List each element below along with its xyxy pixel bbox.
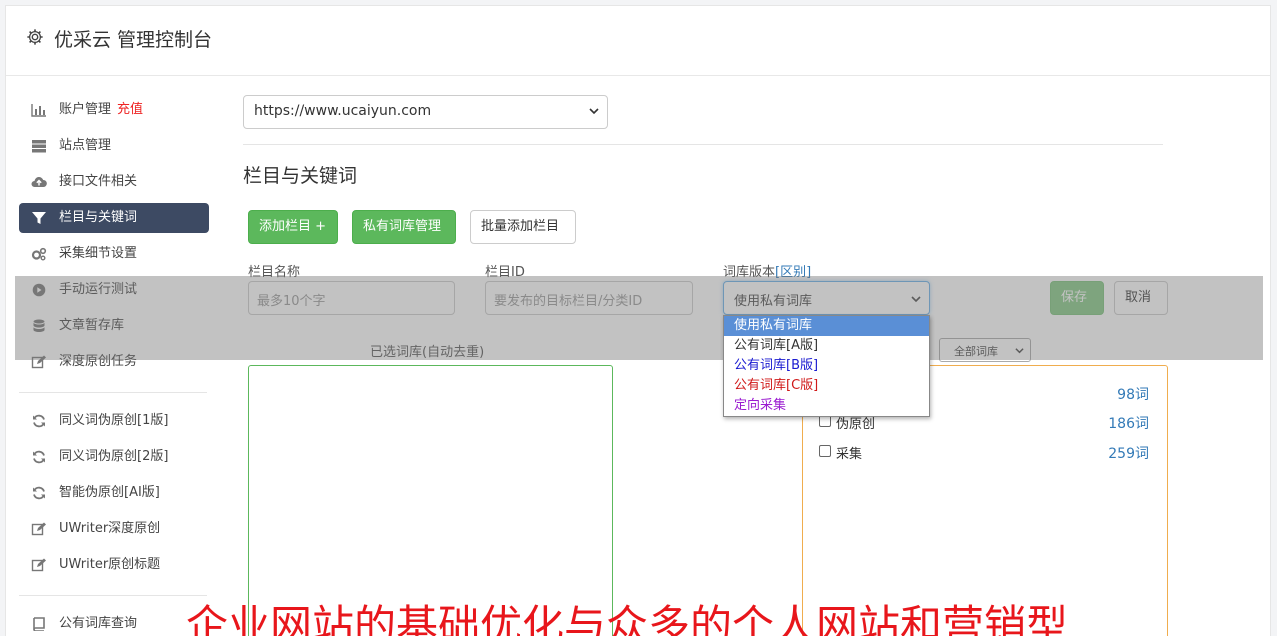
- batch-add-button[interactable]: 批量添加栏目: [470, 210, 576, 244]
- sidebar-item-label: 接口文件相关: [59, 174, 138, 189]
- cloud-upload-icon: [31, 177, 47, 187]
- page-header: 优采云 管理控制台: [6, 6, 1270, 76]
- site-select[interactable]: https://www.ucaiyun.com: [243, 95, 608, 129]
- sidebar-nav: 账户管理 充值 站点管理 接口文件相关 栏目与关键词 采集细节设置 手动运行测试 …: [19, 92, 209, 636]
- list-item[interactable]: 采集 259词: [803, 442, 1167, 462]
- sidebar-item-uwriter-deep[interactable]: UWriter深度原创: [19, 511, 209, 547]
- page-title: 优采云 管理控制台: [54, 29, 213, 51]
- modal-backdrop: [15, 276, 1263, 360]
- cogs-icon: [31, 247, 47, 261]
- sidebar-item-public-lib-query[interactable]: 公有词库查询: [19, 606, 209, 636]
- book-icon: [33, 617, 45, 631]
- sidebar-item-label: 采集细节设置: [59, 246, 138, 261]
- lib-name: 采集: [836, 447, 863, 462]
- dropdown-option-public-b[interactable]: 公有词库[B版]: [724, 356, 929, 376]
- bar-chart-icon: [31, 104, 46, 117]
- lib-count[interactable]: 98词: [1117, 384, 1149, 404]
- version-dropdown-list: 使用私有词库 公有词库[A版] 公有词库[B版] 公有词库[C版] 定向采集: [723, 315, 930, 417]
- sidebar-item-label: 公有词库查询: [59, 616, 138, 631]
- dropdown-option-directed[interactable]: 定向采集: [724, 396, 929, 416]
- dropdown-option-public-a[interactable]: 公有词库[A版]: [724, 336, 929, 356]
- sidebar-item-label: 站点管理: [59, 138, 112, 153]
- sidebar-item-collect-settings[interactable]: 采集细节设置: [19, 236, 209, 272]
- refresh-icon: [33, 450, 45, 464]
- chevron-down-icon: [589, 108, 599, 115]
- sidebar-item-label: 同义词伪原创[1版]: [59, 413, 169, 428]
- dropdown-option-private[interactable]: 使用私有词库: [724, 316, 929, 336]
- gear-icon: [27, 29, 43, 45]
- filter-icon: [32, 212, 46, 224]
- dropdown-option-public-c[interactable]: 公有词库[C版]: [724, 376, 929, 396]
- sidebar-item-interface-files[interactable]: 接口文件相关: [19, 164, 209, 200]
- sidebar-item-label: 账户管理: [59, 102, 112, 117]
- sidebar-item-account[interactable]: 账户管理 充值: [19, 92, 209, 128]
- recharge-link[interactable]: 充值: [117, 102, 143, 117]
- edit-icon: [31, 522, 46, 536]
- private-lib-button[interactable]: 私有词库管理: [352, 210, 456, 244]
- sidebar-item-label: 同义词伪原创[2版]: [59, 449, 169, 464]
- sidebar-item-ai-rewrite[interactable]: 智能伪原创[AI版]: [19, 475, 209, 511]
- sidebar-item-synonym-v2[interactable]: 同义词伪原创[2版]: [19, 439, 209, 475]
- sidebar-item-uwriter-title[interactable]: UWriter原创标题: [19, 547, 209, 583]
- sidebar-item-sites[interactable]: 站点管理: [19, 128, 209, 164]
- refresh-icon: [33, 486, 45, 500]
- sidebar-item-synonym-v1[interactable]: 同义词伪原创[1版]: [19, 403, 209, 439]
- server-icon: [32, 140, 46, 153]
- edit-icon: [31, 558, 46, 572]
- lib-count[interactable]: 186词: [1108, 413, 1149, 433]
- sidebar-item-label: UWriter深度原创: [59, 521, 161, 536]
- sidebar-item-label: 栏目与关键词: [59, 210, 138, 225]
- refresh-icon: [33, 414, 45, 428]
- sidebar-item-label: UWriter原创标题: [59, 557, 161, 572]
- sidebar-item-label: 智能伪原创[AI版]: [59, 485, 160, 500]
- sidebar-divider: [19, 392, 207, 393]
- section-title: 栏目与关键词: [243, 165, 358, 187]
- sidebar-item-columns-keywords[interactable]: 栏目与关键词: [19, 203, 209, 233]
- add-column-button[interactable]: 添加栏目 +: [248, 210, 338, 244]
- sidebar-divider: [19, 595, 207, 596]
- lib-checkbox[interactable]: [819, 445, 831, 457]
- overlay-caption: 企业网站的基础优化与众多的个人网站和营销型: [186, 601, 1069, 636]
- lib-count[interactable]: 259词: [1108, 443, 1149, 463]
- site-select-value: https://www.ucaiyun.com: [254, 103, 432, 119]
- section-divider: [243, 144, 1163, 145]
